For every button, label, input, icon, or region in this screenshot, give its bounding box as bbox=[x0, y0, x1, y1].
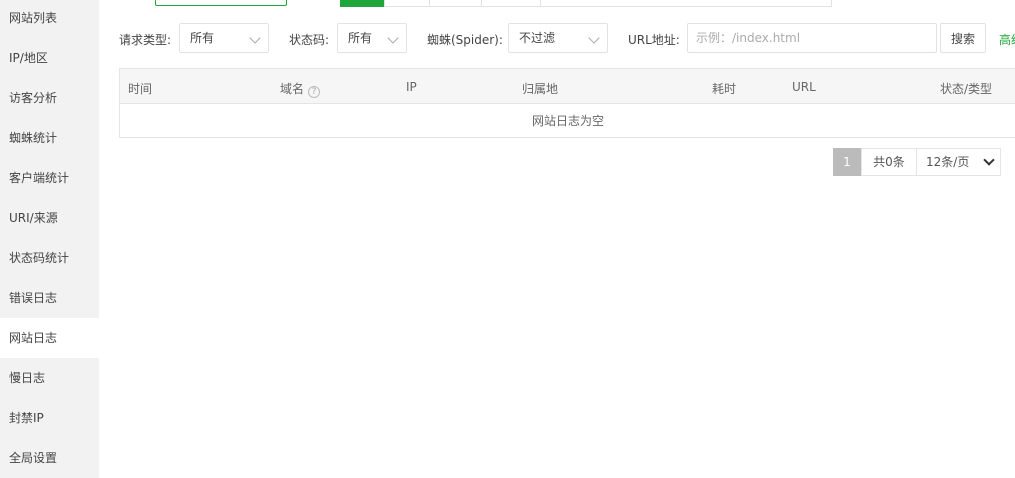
sidebar: 网站列表 IP/地区 访客分析 蜘蛛统计 客户端统计 URI/来源 状态码统计 … bbox=[0, 0, 99, 478]
sidebar-item-error-log[interactable]: 错误日志 bbox=[0, 278, 99, 318]
sidebar-item-banned-ip[interactable]: 封禁IP bbox=[0, 398, 99, 438]
column-header-url: URL bbox=[792, 80, 816, 94]
search-button[interactable]: 搜索 bbox=[940, 23, 986, 53]
page-size-value: 12条/页 bbox=[926, 155, 970, 169]
top-tab-5[interactable] bbox=[540, 0, 832, 7]
sidebar-item-client-stats[interactable]: 客户端统计 bbox=[0, 158, 99, 198]
sidebar-item-slow-log[interactable]: 慢日志 bbox=[0, 358, 99, 398]
advanced-link[interactable]: 高级 bbox=[999, 31, 1015, 48]
top-tab-2[interactable] bbox=[384, 0, 430, 7]
sidebar-item-ip-region[interactable]: IP/地区 bbox=[0, 38, 99, 78]
column-header-domain-label: 域名 bbox=[280, 82, 305, 96]
request-type-select[interactable]: 所有 bbox=[179, 23, 269, 53]
chevron-down-icon bbox=[387, 32, 399, 44]
top-tab-1[interactable] bbox=[340, 0, 385, 7]
page-size-select[interactable]: 12条/页 bbox=[916, 148, 1001, 176]
spider-value: 不过滤 bbox=[519, 31, 556, 45]
sidebar-item-global-settings[interactable]: 全局设置 bbox=[0, 438, 99, 478]
sidebar-item-status-code-stats[interactable]: 状态码统计 bbox=[0, 238, 99, 278]
sidebar-item-uri-source[interactable]: URI/来源 bbox=[0, 198, 99, 238]
column-header-location: 归属地 bbox=[522, 82, 559, 96]
sidebar-item-spider-stats[interactable]: 蜘蛛统计 bbox=[0, 118, 99, 158]
spider-select[interactable]: 不过滤 bbox=[508, 23, 608, 53]
chevron-down-icon bbox=[983, 154, 995, 166]
sidebar-item-site-list[interactable]: 网站列表 bbox=[0, 0, 99, 38]
total-count: 共0条 bbox=[861, 148, 917, 176]
column-header-time: 时间 bbox=[128, 82, 153, 96]
column-header-duration: 耗时 bbox=[712, 82, 737, 96]
column-header-status-type: 状态/类型 bbox=[940, 82, 993, 96]
page-number-current[interactable]: 1 bbox=[833, 148, 861, 176]
column-header-domain: 域名? bbox=[280, 80, 321, 98]
request-type-label: 请求类型: bbox=[119, 33, 172, 47]
spider-label: 蜘蛛(Spider): bbox=[427, 33, 503, 47]
sidebar-item-site-log[interactable]: 网站日志 bbox=[0, 318, 99, 358]
log-table: 时间 域名? IP 归属地 耗时 URL 状态/类型 网站日志为空 bbox=[119, 68, 1015, 138]
top-tab-3[interactable] bbox=[429, 0, 482, 7]
chevron-down-icon bbox=[588, 32, 600, 44]
url-label: URL地址: bbox=[628, 33, 680, 47]
top-tab-4[interactable] bbox=[481, 0, 541, 7]
table-header: 时间 域名? IP 归属地 耗时 URL 状态/类型 bbox=[120, 69, 1015, 104]
sidebar-item-visitor-analysis[interactable]: 访客分析 bbox=[0, 78, 99, 118]
question-icon[interactable]: ? bbox=[308, 86, 321, 98]
chevron-down-icon bbox=[249, 32, 261, 44]
top-selector-box[interactable] bbox=[155, 0, 287, 6]
status-code-value: 所有 bbox=[348, 31, 373, 45]
empty-table-message: 网站日志为空 bbox=[531, 114, 604, 128]
url-input[interactable] bbox=[687, 23, 937, 53]
status-code-label: 状态码: bbox=[289, 33, 330, 47]
status-code-select[interactable]: 所有 bbox=[337, 23, 407, 53]
column-header-ip: IP bbox=[406, 80, 417, 94]
request-type-value: 所有 bbox=[190, 31, 215, 45]
